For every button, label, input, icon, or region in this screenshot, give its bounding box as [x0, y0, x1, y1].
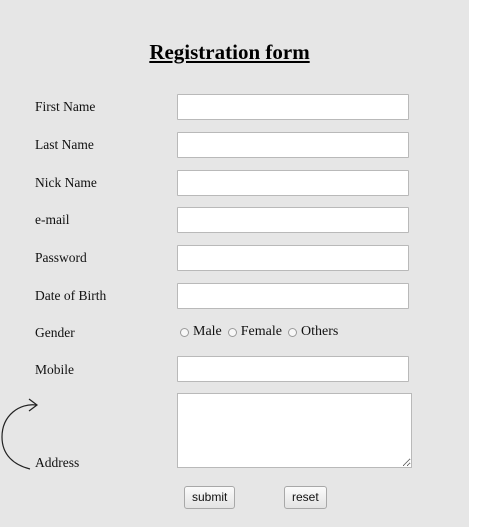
- first-name-input[interactable]: [177, 94, 409, 120]
- male-label: Male: [193, 324, 222, 339]
- address-textarea[interactable]: [177, 393, 412, 468]
- male-radio[interactable]: [180, 327, 189, 337]
- nick-name-input[interactable]: [177, 170, 409, 196]
- form-title: Registration form: [149, 40, 310, 64]
- last-name-label: Last Name: [35, 137, 94, 152]
- email-label: e-mail: [35, 212, 70, 227]
- password-input[interactable]: [177, 245, 409, 271]
- gender-options: Male Female Others: [180, 324, 344, 340]
- female-label: Female: [240, 324, 282, 339]
- nick-name-label: Nick Name: [35, 175, 97, 190]
- gender-option-female[interactable]: Female: [227, 324, 282, 340]
- mobile-label: Mobile: [35, 362, 74, 377]
- form-panel: Registration form First Name Last Name N…: [0, 0, 469, 527]
- email-input[interactable]: [177, 207, 409, 233]
- others-label: Others: [300, 324, 339, 339]
- mobile-input[interactable]: [177, 356, 409, 382]
- submit-button[interactable]: submit: [184, 486, 236, 509]
- gender-option-male[interactable]: Male: [180, 324, 222, 340]
- first-name-label: First Name: [35, 99, 96, 114]
- female-radio[interactable]: [227, 327, 237, 337]
- address-label: Address: [35, 455, 80, 470]
- date-of-birth-label: Date of Birth: [35, 288, 107, 303]
- others-radio[interactable]: [287, 327, 297, 337]
- reset-button[interactable]: reset: [284, 486, 327, 509]
- password-label: Password: [35, 250, 87, 265]
- gender-label: Gender: [35, 325, 75, 340]
- date-of-birth-input[interactable]: [177, 283, 409, 309]
- last-name-input[interactable]: [177, 132, 409, 158]
- gender-option-others[interactable]: Others: [287, 324, 339, 340]
